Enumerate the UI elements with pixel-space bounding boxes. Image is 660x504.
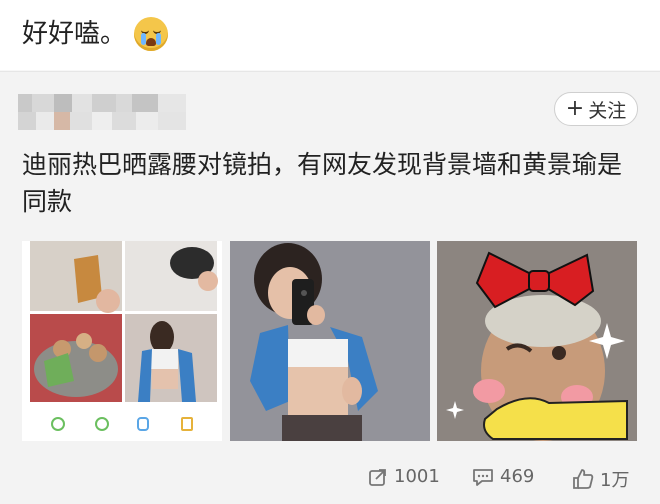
blurred-username	[18, 94, 186, 130]
plus-icon: +	[565, 96, 585, 121]
collage-screenshot-image	[22, 241, 222, 441]
comment-count: 469	[500, 466, 535, 487]
post-image-2[interactable]	[230, 241, 430, 441]
weibo-post-card[interactable]: + 关注 迪丽热巴晒露腰对镜拍，有网友发现背景墙和黄景瑜是同款 1001 469…	[0, 71, 660, 504]
comment-line: 好好嗑。	[22, 14, 169, 54]
like-action[interactable]: 1万	[572, 466, 629, 492]
crying-face-emoji-icon	[134, 17, 169, 51]
edited-photo-image	[437, 241, 637, 441]
like-count: 1万	[600, 470, 630, 491]
repost-icon	[369, 468, 386, 486]
mirror-selfie-image	[230, 241, 430, 441]
comment-action[interactable]: 469	[472, 466, 534, 487]
follow-button[interactable]: + 关注	[554, 92, 638, 126]
repost-count: 1001	[394, 466, 440, 487]
comment-bar: 好好嗑。	[0, 0, 660, 70]
post-text: 迪丽热巴晒露腰对镜拍，有网友发现背景墙和黄景瑜是同款	[22, 150, 623, 216]
post-image-3[interactable]	[437, 241, 637, 441]
post-image-1[interactable]	[22, 241, 222, 441]
follow-label: 关注	[588, 99, 627, 122]
comment-text: 好好嗑。	[22, 19, 127, 49]
thumbs-up-icon	[573, 469, 594, 489]
comment-icon	[473, 468, 493, 486]
repost-action[interactable]: 1001	[368, 466, 440, 487]
